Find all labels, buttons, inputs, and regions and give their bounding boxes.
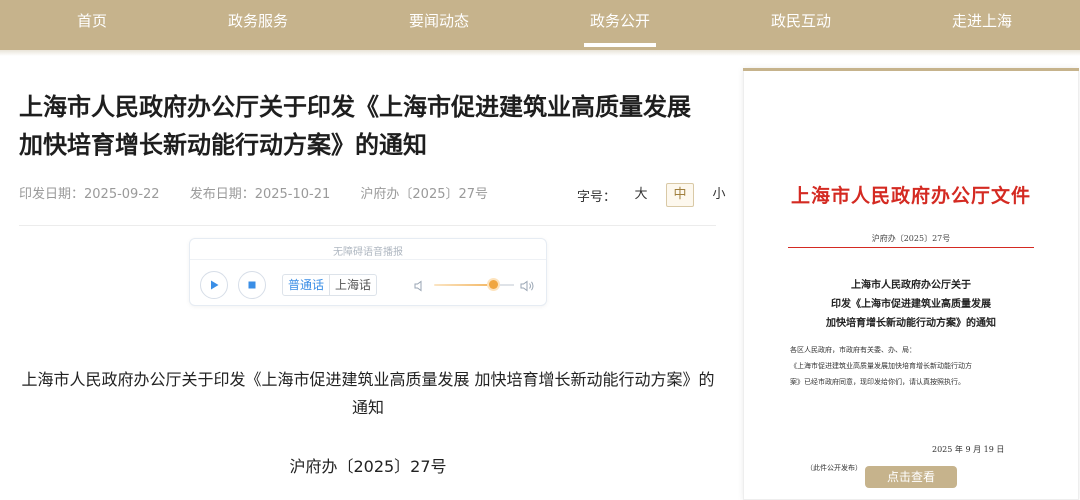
doc-header: 上海市人民政府办公厅文件 — [790, 185, 1031, 207]
player-divider — [190, 259, 546, 260]
volume-high-icon[interactable] — [520, 277, 536, 296]
nav-item-news[interactable]: 要闻动态 — [403, 0, 475, 50]
nav-item-gov-open[interactable]: 政务公开 — [584, 0, 656, 50]
font-size-label: 字号： — [577, 189, 617, 205]
page-title: 上海市人民政府办公厅关于印发《上海市促进建筑业高质量发展 加快培育增长新动能行动… — [19, 93, 691, 159]
doc-red-line — [788, 247, 1034, 248]
font-size-small[interactable]: 小 — [706, 184, 732, 206]
doc-header-number: 沪府办〔2025〕27号 — [871, 234, 951, 243]
doc-para-line-1: 各区人民政府，市政府有关委、办、局： — [790, 346, 916, 354]
doc-title-line-3: 加快培育增长新动能行动方案》的通知 — [826, 318, 996, 329]
doc-title-line-2: 印发《上海市促进建筑业高质量发展 — [831, 299, 991, 310]
volume-slider-handle[interactable] — [489, 280, 498, 289]
lang-mandarin[interactable]: 普通话 — [283, 275, 331, 295]
doc-title-line-1: 上海市人民政府办公厅关于 — [851, 280, 971, 291]
view-document-button[interactable]: 点击查看 — [865, 466, 957, 488]
nav-item-shanghai[interactable]: 走进上海 — [946, 0, 1018, 50]
article-meta: 印发日期：2025-09-22 发布日期：2025-10-21 沪府办〔2025… — [19, 183, 514, 202]
player-title: 无障碍语音播报 — [333, 247, 403, 258]
top-nav: 首页 政务服务 要闻动态 政务公开 政民互动 走进上海 — [0, 0, 1080, 50]
stop-button[interactable] — [238, 271, 266, 299]
font-size-medium[interactable]: 中 — [666, 183, 695, 207]
publish-date: 发布日期：2025-10-21 — [189, 187, 331, 202]
volume-low-icon[interactable] — [414, 277, 426, 296]
nav-item-home[interactable]: 首页 — [62, 0, 122, 50]
body-doc-number: 沪府办〔2025〕27号 — [289, 457, 447, 476]
play-button[interactable] — [200, 271, 228, 299]
doc-number: 沪府办〔2025〕27号 — [360, 187, 489, 202]
doc-date: 2025 年 9 月 19 日 — [932, 445, 1005, 454]
doc-para-line-3: 案》已经市政府同意，现印发给你们，请认真按照执行。 — [790, 378, 965, 386]
nav-item-services[interactable]: 政务服务 — [222, 0, 294, 50]
doc-para-line-2: 《上海市促进建筑业高质量发展加快培育增长新动能行动方 — [790, 362, 972, 370]
header-divider — [19, 225, 716, 226]
issue-date: 印发日期：2025-09-22 — [19, 187, 160, 202]
nav-item-interaction[interactable]: 政民互动 — [765, 0, 837, 50]
font-size-large[interactable]: 大 — [628, 184, 654, 206]
voice-broadcast-player: 无障碍语音播报 普通话 上海话 — [189, 238, 547, 306]
doc-note: （此件公开发布） — [806, 464, 862, 472]
document-preview[interactable]: 上海市人民政府办公厅文件 沪府办〔2025〕27号 上海市人民政府办公厅关于 印… — [743, 68, 1079, 500]
language-switch: 普通话 上海话 — [282, 274, 378, 296]
nav-shadow — [0, 50, 1080, 56]
body-title: 上海市人民政府办公厅关于印发《上海市促进建筑业高质量发展 加快培育增长新动能行动… — [21, 370, 715, 417]
lang-shanghainese[interactable]: 上海话 — [330, 275, 376, 295]
font-size-switcher: 字号： 大 中 小 — [577, 183, 744, 207]
